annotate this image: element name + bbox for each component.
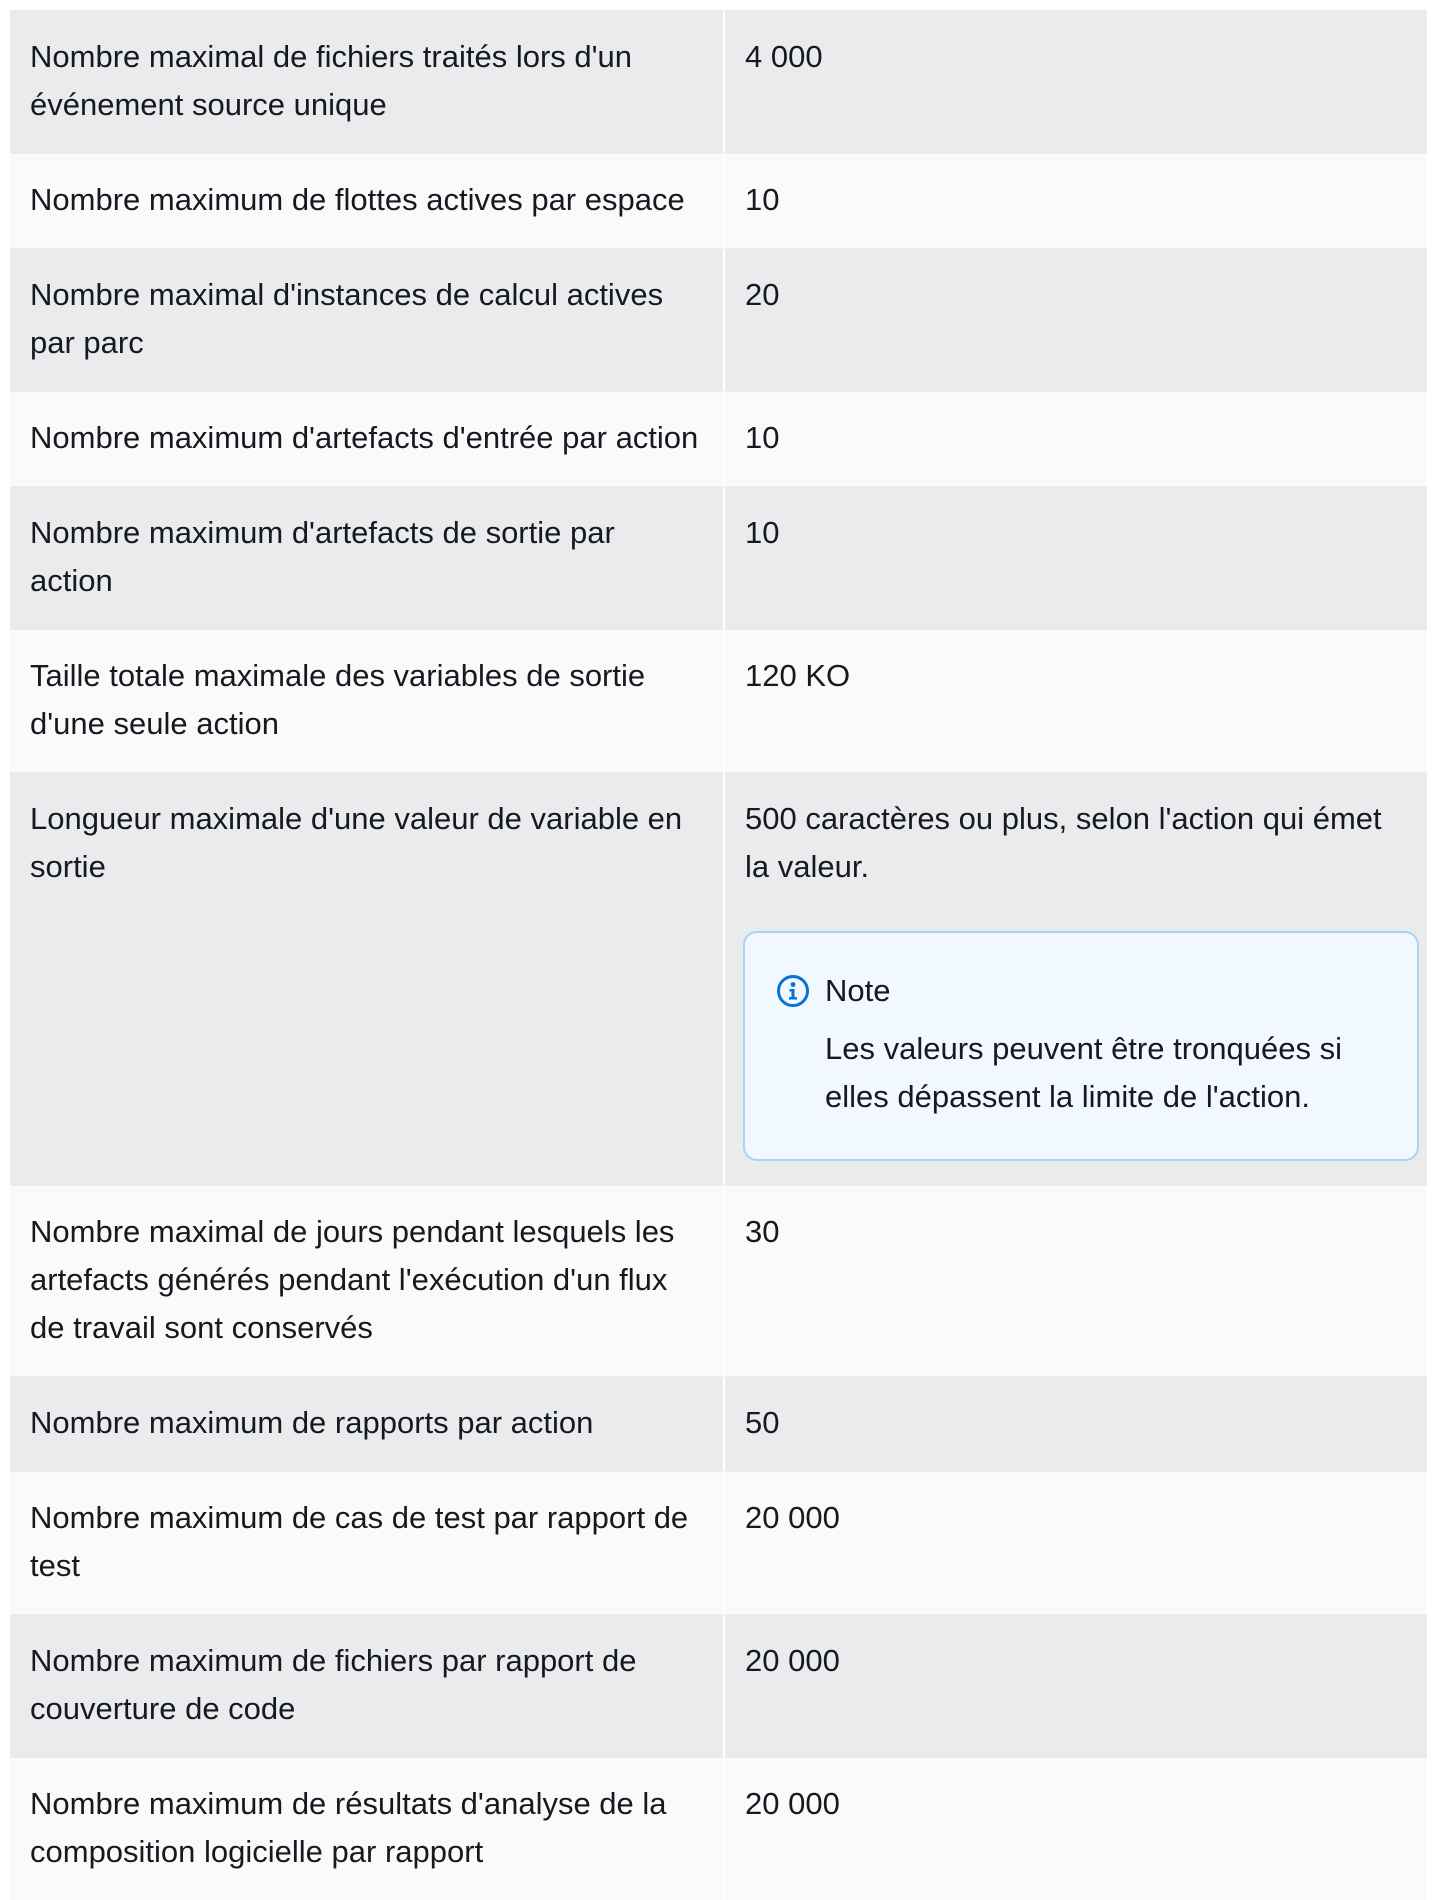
quota-value: 500 caractères ou plus, selon l'action q… <box>745 801 1382 884</box>
table-row: Taille totale maximale des variables de … <box>10 629 1427 772</box>
info-icon <box>777 975 809 1007</box>
quota-value-cell: 500 caractères ou plus, selon l'action q… <box>725 773 1427 1185</box>
table-row: Longueur maximale d'une valeur de variab… <box>10 772 1427 1185</box>
quota-name: Nombre maximum de rapports par action <box>10 1377 725 1471</box>
quota-name: Nombre maximal de jours pendant lesquels… <box>10 1186 725 1376</box>
note-body: Note Les valeurs peuvent être tronquées … <box>825 967 1387 1121</box>
table-row: Nombre maximum de fichiers par rapport d… <box>10 1614 1427 1757</box>
note-text: Les valeurs peuvent être tronquées si el… <box>825 1031 1342 1114</box>
quota-value: 20 000 <box>745 1643 840 1678</box>
quota-name: Nombre maximal de fichiers traités lors … <box>10 11 725 153</box>
quota-name: Nombre maximum de cas de test par rappor… <box>10 1472 725 1614</box>
table-row: Nombre maximum de résultats d'analyse de… <box>10 1757 1427 1900</box>
table-row: Nombre maximal de fichiers traités lors … <box>10 10 1427 153</box>
note-title: Note <box>825 973 891 1008</box>
quotas-table: Nombre maximal de fichiers traités lors … <box>10 10 1427 1900</box>
quota-name: Nombre maximal d'instances de calcul act… <box>10 249 725 391</box>
table-row: Nombre maximal de jours pendant lesquels… <box>10 1185 1427 1376</box>
table-row: Nombre maximum d'artefacts de sortie par… <box>10 486 1427 629</box>
quota-value: 20 <box>745 277 780 312</box>
table-row: Nombre maximum de rapports par action 50 <box>10 1376 1427 1471</box>
quota-value: 10 <box>745 420 780 455</box>
quota-value: 10 <box>745 182 780 217</box>
quota-value: 30 <box>745 1214 780 1249</box>
table-row: Nombre maximum de cas de test par rappor… <box>10 1471 1427 1614</box>
quota-name: Nombre maximum de flottes actives par es… <box>10 154 725 248</box>
quota-name: Nombre maximum d'artefacts d'entrée par … <box>10 392 725 486</box>
quota-name: Nombre maximum de fichiers par rapport d… <box>10 1615 725 1757</box>
quota-name: Longueur maximale d'une valeur de variab… <box>10 773 725 1185</box>
quota-value: 4 000 <box>745 39 823 74</box>
note-callout: Note Les valeurs peuvent être tronquées … <box>743 931 1419 1161</box>
quota-name: Taille totale maximale des variables de … <box>10 630 725 772</box>
quota-value: 10 <box>745 515 780 550</box>
table-row: Nombre maximum de flottes actives par es… <box>10 153 1427 248</box>
quota-name: Nombre maximum de résultats d'analyse de… <box>10 1758 725 1900</box>
quota-value: 120 KO <box>745 658 851 693</box>
table-row: Nombre maximal d'instances de calcul act… <box>10 248 1427 391</box>
quota-name: Nombre maximum d'artefacts de sortie par… <box>10 487 725 629</box>
quota-value: 20 000 <box>745 1500 840 1535</box>
quota-value: 20 000 <box>745 1786 840 1821</box>
quota-value: 50 <box>745 1405 780 1440</box>
table-row: Nombre maximum d'artefacts d'entrée par … <box>10 391 1427 486</box>
